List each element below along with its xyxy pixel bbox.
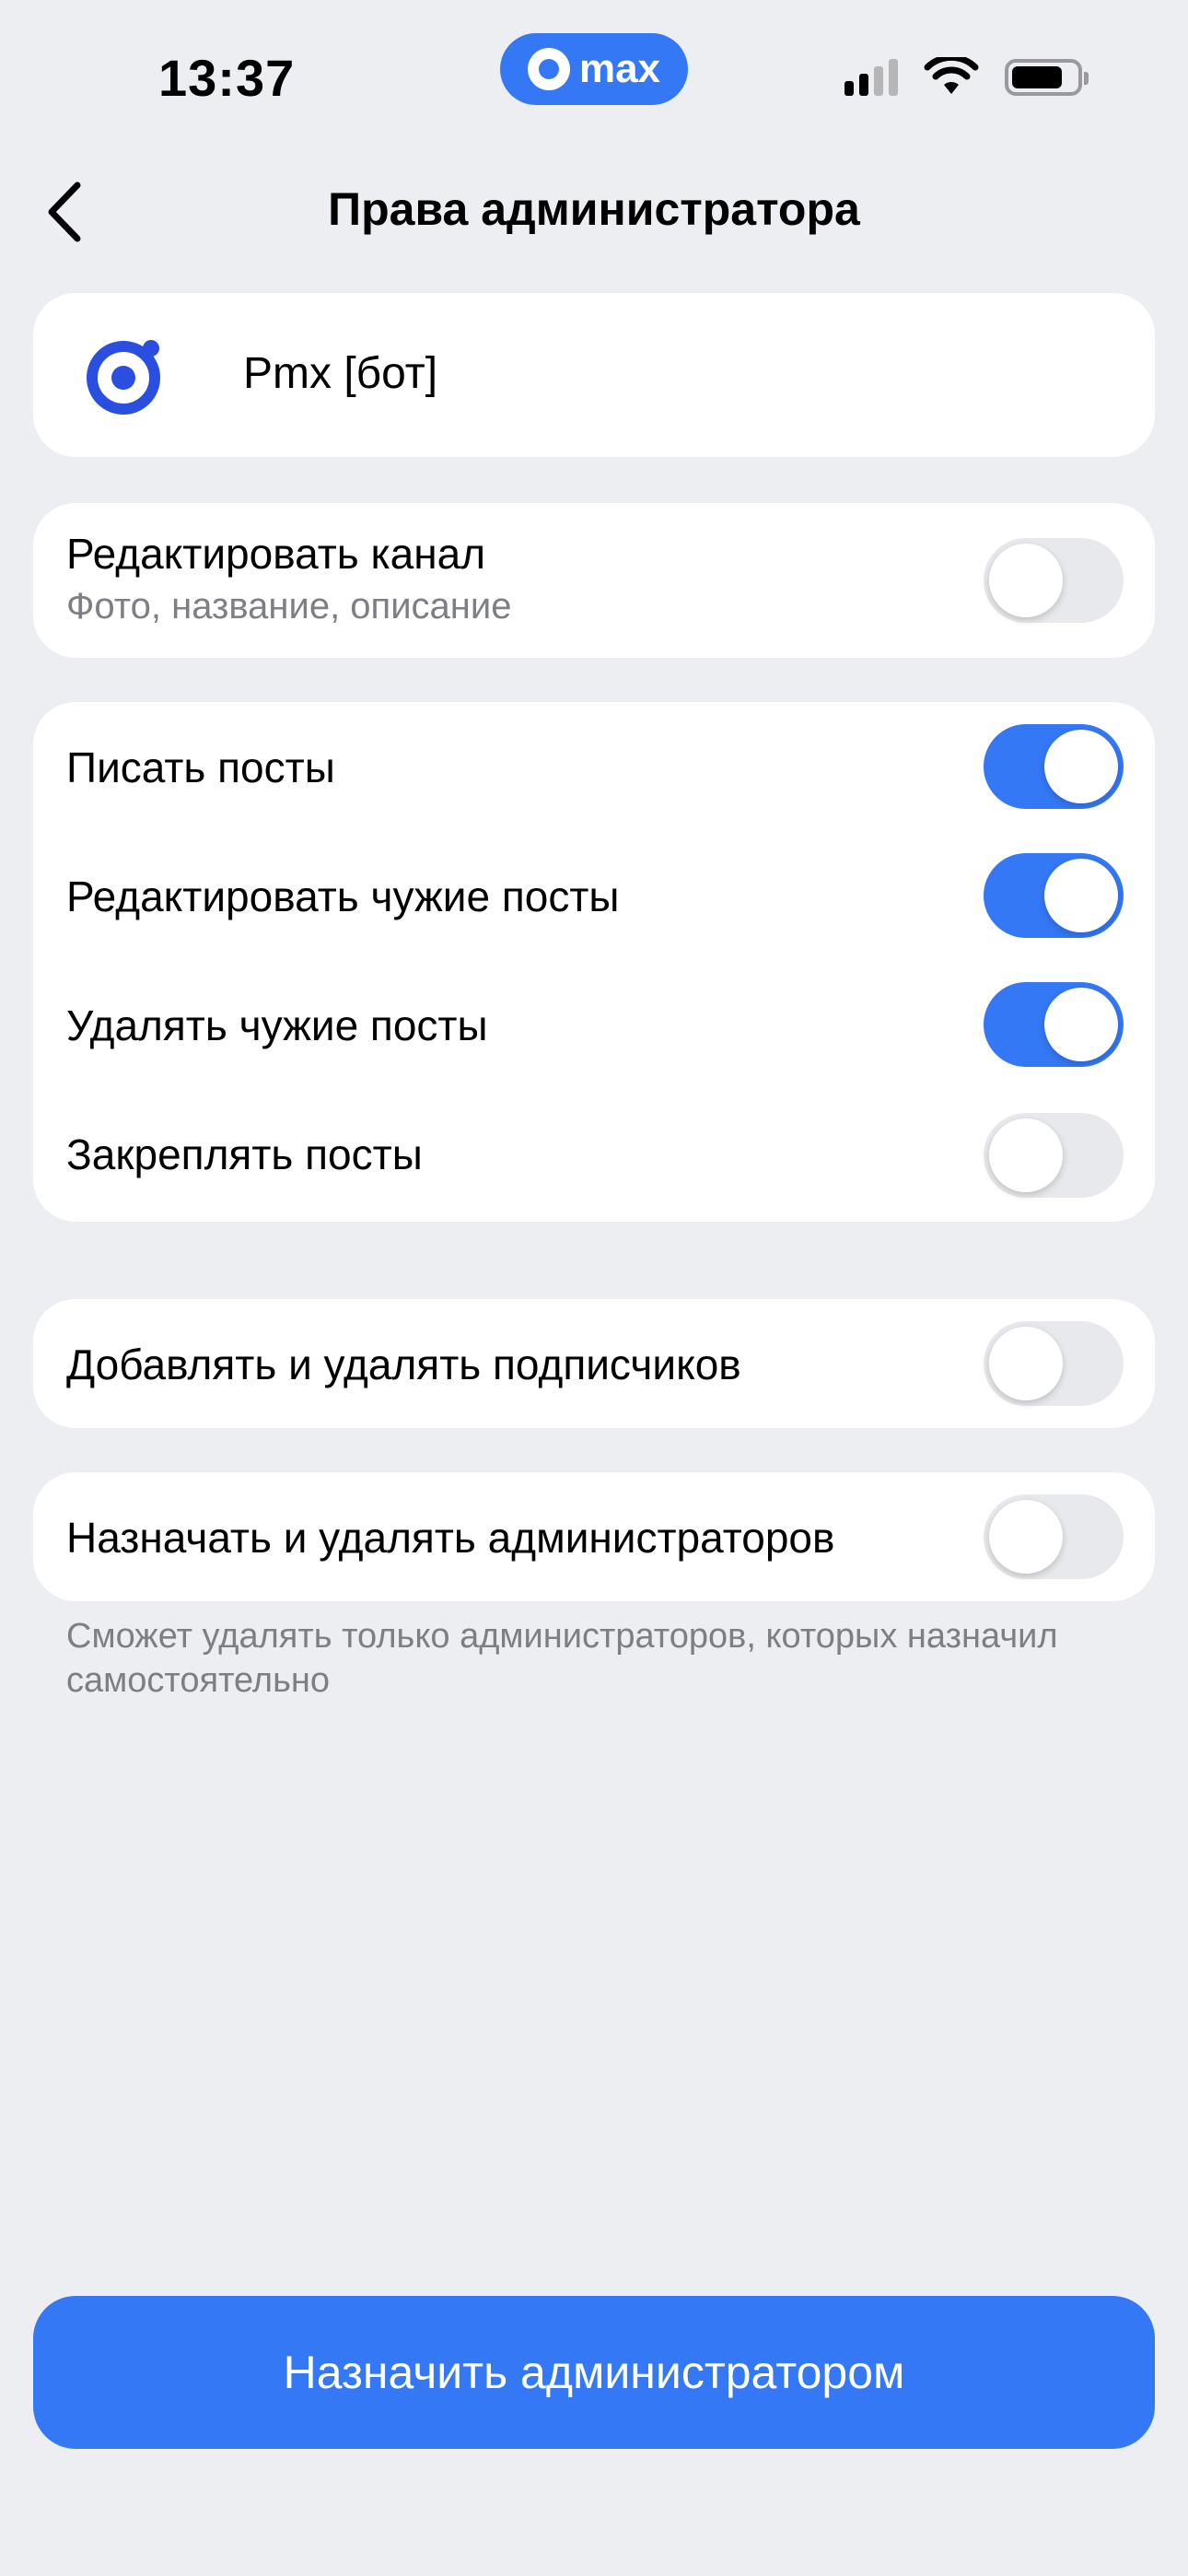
app-indicator-pill[interactable]: max <box>500 33 688 105</box>
app-indicator-label: max <box>578 46 661 91</box>
edit-others-posts-toggle[interactable] <box>984 853 1124 938</box>
delete-others-posts-toggle[interactable] <box>984 982 1124 1067</box>
permission-label: Удалять чужие посты <box>66 1001 488 1049</box>
assign-admin-button[interactable]: Назначить администратором <box>33 2296 1155 2449</box>
permission-label: Редактировать канал <box>66 530 486 578</box>
permission-row-write-posts: Писать посты <box>33 702 1155 831</box>
permission-row-edit-channel: Редактировать канал Фото, название, опис… <box>33 503 1155 658</box>
manage-subscribers-toggle[interactable] <box>984 1321 1124 1406</box>
edit-channel-card: Редактировать канал Фото, название, опис… <box>33 503 1155 658</box>
bot-avatar-icon <box>87 340 160 415</box>
permission-label: Закреплять посты <box>66 1130 423 1178</box>
user-name: Pmx [бот] <box>243 349 438 398</box>
permission-label: Назначать и удалять администраторов <box>66 1514 835 1562</box>
status-bar: 13:37 max <box>0 0 1188 147</box>
cellular-signal-icon <box>844 59 898 96</box>
permission-sublabel: Фото, название, описание <box>66 586 512 626</box>
permission-label: Редактировать чужие посты <box>66 872 620 920</box>
permission-row-manage-subscribers: Добавлять и удалять подписчиков <box>33 1299 1155 1428</box>
permission-row-manage-admins: Назначать и удалять администраторов <box>33 1472 1155 1601</box>
edit-channel-toggle[interactable] <box>984 538 1124 623</box>
permission-label: Писать посты <box>66 744 335 791</box>
page-title: Права администратора <box>328 183 860 235</box>
pin-posts-toggle[interactable] <box>984 1113 1124 1198</box>
posts-permissions-card: Писать посты Редактировать чужие посты У… <box>33 702 1155 1222</box>
permission-row-pin-posts: Закреплять посты <box>33 1089 1155 1222</box>
permission-label: Добавлять и удалять подписчиков <box>66 1341 741 1388</box>
admin-user-card: Pmx [бот] <box>33 293 1155 457</box>
navigation-header: Права администратора <box>0 166 1188 258</box>
permission-row-edit-others-posts: Редактировать чужие посты <box>33 831 1155 960</box>
max-logo-icon <box>527 48 570 90</box>
status-indicators <box>844 57 1089 98</box>
status-time: 13:37 <box>158 49 296 107</box>
admins-card: Назначать и удалять администраторов <box>33 1472 1155 1601</box>
wifi-icon <box>924 57 979 94</box>
permission-row-delete-others-posts: Удалять чужие посты <box>33 960 1155 1089</box>
subscribers-card: Добавлять и удалять подписчиков <box>33 1299 1155 1428</box>
battery-icon <box>1005 59 1089 96</box>
write-posts-toggle[interactable] <box>984 724 1124 809</box>
manage-admins-toggle[interactable] <box>984 1494 1124 1579</box>
manage-admins-footnote: Сможет удалять только администраторов, к… <box>66 1617 1058 1700</box>
